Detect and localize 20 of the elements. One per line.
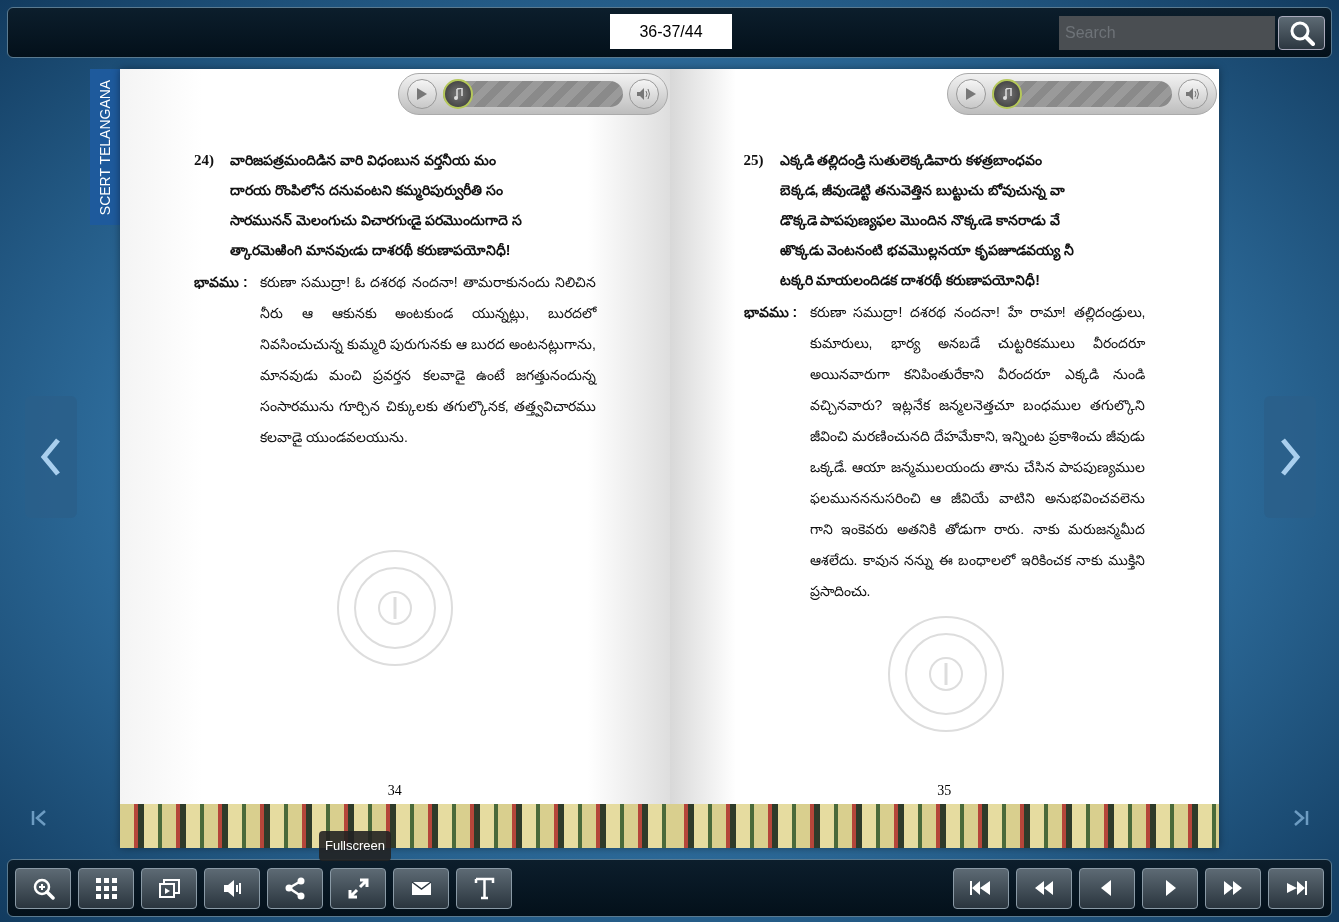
verse-line: ఱొక్కడు వెంటనంటి భవమొల్లనయా కృపజూడవయ్య నీ <box>779 235 1075 265</box>
tooltip: Fullscreen <box>319 830 391 861</box>
verse-line: సారమునన్ మెలంగుచు విచారగుఁడై పరమొందుగాదె స <box>230 211 522 232</box>
side-tab[interactable]: SCERT TELANGANA <box>90 69 121 225</box>
poem-number: 25) <box>743 151 765 170</box>
meaning-paragraph: కరుణా సముద్రా! దశరథ నందనా! హే రామా! తల్లిదండ్రులు, కుమారులు, భార్య అనబడే చుట్టరికములు వీరందరూ అయినవారుగా కనిపింతురేకాని వీరందరూ ఎక్కడి నుండి వచ్చినవారు? ఇట్లనేక జన్మలనెత్తచూ బంధముల తగుల్కొని జీవించి మరణించునది దేహమేకాని, ఇన్నింట ప్రకాశించు జీవుడు ఒక్కడే. ఆయా జన్మములయందు తాను చేసిన పాపపుణ్యముల ఫలమునననుసరించి ఆ జీవియే వాటిని అనుభవించవలెను గాని ఇంకెవరు అతనికి తోడుగా రారు. నాకు మరుజన్మమీద ఆశలేదు. కావున నన్ను ఈ బంధాలలో ఇరికించక నాకు ముక్తిని ప్రసాదించు. <box>809 303 1146 602</box>
verse-line: ఎక్కడి తల్లిదండ్రి సుతులెక్కడివారు కళత్రబాంధవం <box>779 145 1075 175</box>
verse-line: టక్కరి మాయలందిడక దాశరథీ కరుణాపయోనిధీ! <box>779 271 1041 292</box>
page-number: 34 <box>387 783 402 798</box>
verse-line: డొక్కడె పాపపుణ్యఫల మొందిన నొక్కఁడె కానరాడు వే <box>779 205 1075 235</box>
page-number: 35 <box>937 783 952 798</box>
page-counter: 36-37/44 <box>610 14 732 49</box>
meaning-label: భావము : <box>743 303 799 322</box>
poem-number: 24) <box>194 151 215 170</box>
meaning-label: భావము : <box>194 273 249 292</box>
verse-line: వారిజపత్రమందిడిన వారి విధంబున వర్తనీయ మం <box>230 151 497 172</box>
meaning-paragraph: కరుణా సముద్రా! ఓ దశరథ నందనా! తామరాకునందు నిలిచిన నీరు ఆ ఆకునకు అంటకుండ యున్నట్లు, బురదలో నివసించుచున్న కుమ్మరి పురుగునకు ఆ బురద అంటనట్లుగాను, మానవుడు మంచి ప్రవర్తన కలవాడై ఉంటే జగత్తునందున్న సంసారమును గూర్చిన చిక్కులకు తగుల్కొనక, తత్త్వవిచారము కలవాడై యుండవలయును. <box>260 273 596 449</box>
verse-line: బెక్కడ, జీవుఁడెట్టి తనువెత్తిన బుట్టుచు బోవుచున్న వా <box>779 175 1075 205</box>
verse-line: త్కారమెఱింగి మానవుఁడు దాశరథీ కరుణాపయోనిధీ! <box>230 241 512 262</box>
verse-line: దారయ రొంపిలోన దనువంటని కమ్మరిపుర్వురీతి సం <box>230 175 522 205</box>
